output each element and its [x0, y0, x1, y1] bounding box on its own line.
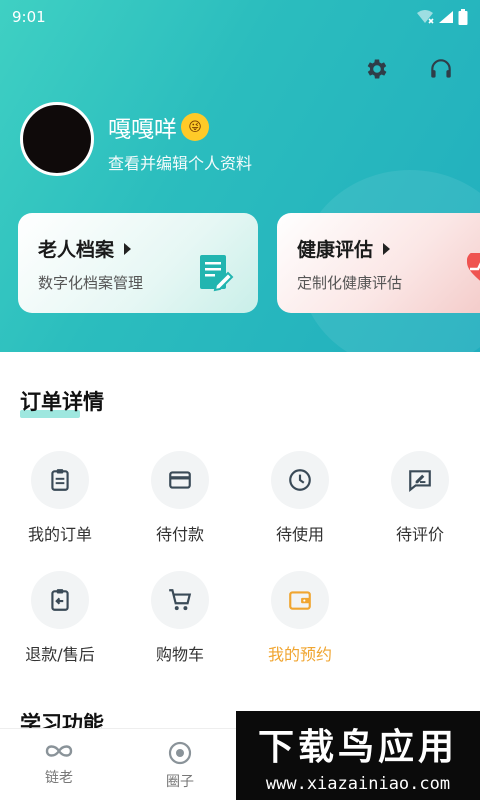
to-use-button[interactable]: 待使用 — [245, 451, 355, 545]
icon-circle — [31, 571, 89, 629]
watermark-url: www.xiazainiao.com — [265, 773, 451, 794]
grid-label: 我的预约 — [267, 645, 332, 664]
nav-item-circle[interactable]: 圈子 — [140, 741, 220, 791]
grid-label: 购物车 — [155, 645, 204, 664]
nav-label: 圈子 — [166, 774, 194, 790]
health-assessment-card[interactable]: 健康评估 定制化健康评估 — [277, 213, 480, 313]
card-title: 健康评估 — [297, 235, 477, 262]
icon-circle — [271, 451, 329, 509]
settings-button[interactable] — [362, 54, 392, 84]
customer-service-button[interactable] — [426, 54, 456, 84]
card-subtitle: 定制化健康评估 — [297, 274, 403, 292]
icon-circle — [271, 571, 329, 629]
status-time: 9:01 — [12, 8, 46, 26]
icon-circle — [31, 451, 89, 509]
battery-icon — [458, 9, 468, 25]
learning-section-title: 学习功能 — [20, 712, 104, 728]
top-actions — [362, 54, 456, 84]
watermark-text: 下载鸟应用 — [257, 726, 458, 768]
signal-icon — [439, 11, 453, 23]
order-section-title-text: 订单详情 — [20, 390, 104, 414]
refund-icon — [51, 589, 69, 611]
user-name-text: 嘎嘎咩 — [108, 117, 177, 143]
wifi-icon — [417, 10, 434, 24]
grid-label: 待评价 — [395, 525, 444, 544]
link-icon — [45, 745, 73, 757]
review-icon — [409, 470, 431, 493]
wallet-icon — [289, 591, 311, 610]
card-title-text: 老人档案 — [38, 239, 115, 261]
nav-label: 链老 — [45, 770, 73, 786]
nav-item-lianlao[interactable]: 链老 — [19, 741, 99, 787]
grid-label: 我的订单 — [27, 525, 92, 544]
circle-dot-icon — [168, 741, 192, 765]
arrow-right-icon — [124, 242, 132, 255]
edit-profile-link[interactable]: 查看并编辑个人资料 — [108, 150, 252, 174]
card-title-text: 健康评估 — [297, 239, 374, 261]
emoji-glyph: 😜 — [188, 119, 202, 135]
shopping-cart-button[interactable]: 购物车 — [125, 571, 235, 665]
heart-pulse-icon — [466, 251, 480, 291]
order-section-title: 订单详情 — [20, 386, 104, 418]
icon-circle — [151, 451, 209, 509]
winking-face-icon: 😜 — [181, 113, 209, 141]
refund-after-sales-button[interactable]: 退款/售后 — [5, 571, 115, 665]
my-orders-button[interactable]: 我的订单 — [5, 451, 115, 545]
document-edit-icon — [198, 253, 234, 297]
watermark-logo: 下载鸟应用 www.xiazainiao.com — [236, 711, 480, 800]
arrow-right-icon — [383, 242, 391, 255]
status-icons — [416, 9, 468, 25]
elder-archive-card[interactable]: 老人档案 数字化档案管理 — [18, 213, 258, 313]
status-bar: 9:01 — [0, 0, 480, 34]
my-appointments-button[interactable]: 我的预约 — [245, 571, 355, 665]
credit-card-icon — [169, 471, 191, 489]
grid-label: 待使用 — [275, 525, 324, 544]
headset-icon — [431, 59, 451, 78]
icon-circle — [391, 451, 449, 509]
avatar[interactable] — [20, 102, 94, 176]
pending-payment-button[interactable]: 待付款 — [125, 451, 235, 545]
grid-label: 退款/售后 — [25, 645, 95, 664]
clipboard-list-icon — [51, 469, 69, 491]
icon-circle — [151, 571, 209, 629]
cart-icon — [169, 589, 192, 611]
grid-label: 待付款 — [155, 525, 204, 544]
to-review-button[interactable]: 待评价 — [365, 451, 475, 545]
gear-icon — [367, 59, 387, 79]
user-name[interactable]: 嘎嘎咩 😜 — [108, 110, 209, 144]
clock-icon — [289, 469, 311, 491]
